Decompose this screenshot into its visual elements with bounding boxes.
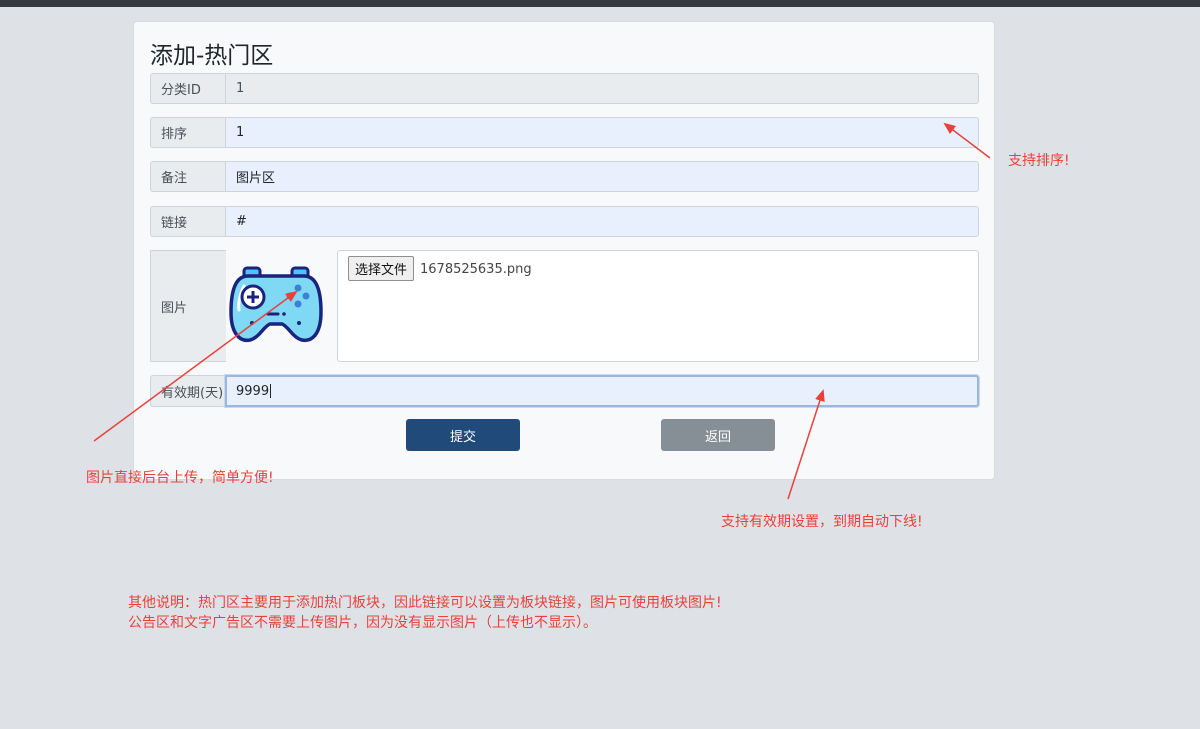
sort-note: 支持排序! (1008, 153, 1070, 169)
remark-row: 备注 图片区 (150, 161, 979, 192)
image-preview (226, 250, 336, 362)
category-id-field: 1 (225, 73, 979, 104)
choose-file-button[interactable]: 选择文件 (348, 256, 415, 281)
link-value: # (236, 214, 247, 229)
validity-input[interactable]: 9999 (225, 375, 979, 407)
link-input[interactable]: # (225, 206, 979, 237)
file-name: 1678525635.png (420, 262, 532, 277)
validity-value: 9999 (236, 383, 270, 399)
category-id-label: 分类ID (150, 73, 225, 104)
link-label: 链接 (150, 206, 225, 237)
other-note-line1: 其他说明：热门区主要用于添加热门板块，因此链接可以设置为板块链接，图片可使用板块… (128, 595, 722, 611)
sort-value: 1 (236, 125, 245, 140)
sort-row: 排序 1 (150, 117, 979, 148)
image-label: 图片 (150, 250, 226, 362)
page-title: 添加-热门区 (150, 43, 274, 69)
top-bar (0, 0, 1200, 7)
remark-value: 图片区 (236, 171, 276, 186)
image-row: 图片 选择文件 1678525635.png (150, 250, 979, 362)
form-card: 添加-热门区 分类ID 1 排序 1 备注 图片区 链接 # 图片 选择文件 1… (133, 21, 995, 480)
submit-button[interactable]: 提交 (406, 419, 520, 451)
validity-label: 有效期(天) (150, 375, 225, 407)
remark-label: 备注 (150, 161, 225, 192)
sort-label: 排序 (150, 117, 225, 148)
category-id-value: 1 (236, 81, 245, 96)
sort-input[interactable]: 1 (225, 117, 979, 148)
category-id-row: 分类ID 1 (150, 73, 979, 104)
validity-row: 有效期(天) 9999 (150, 375, 979, 407)
link-row: 链接 # (150, 206, 979, 237)
file-upload-box: 选择文件 1678525635.png (337, 250, 979, 362)
validity-note: 支持有效期设置，到期自动下线! (721, 514, 923, 530)
upload-note: 图片直接后台上传，简单方便! (86, 470, 274, 486)
text-caret (270, 384, 272, 398)
remark-input[interactable]: 图片区 (225, 161, 979, 192)
back-button[interactable]: 返回 (661, 419, 775, 451)
gamepad-icon (229, 266, 323, 343)
other-note-line2: 公告区和文字广告区不需要上传图片，因为没有显示图片（上传也不显示）。 (128, 615, 597, 631)
